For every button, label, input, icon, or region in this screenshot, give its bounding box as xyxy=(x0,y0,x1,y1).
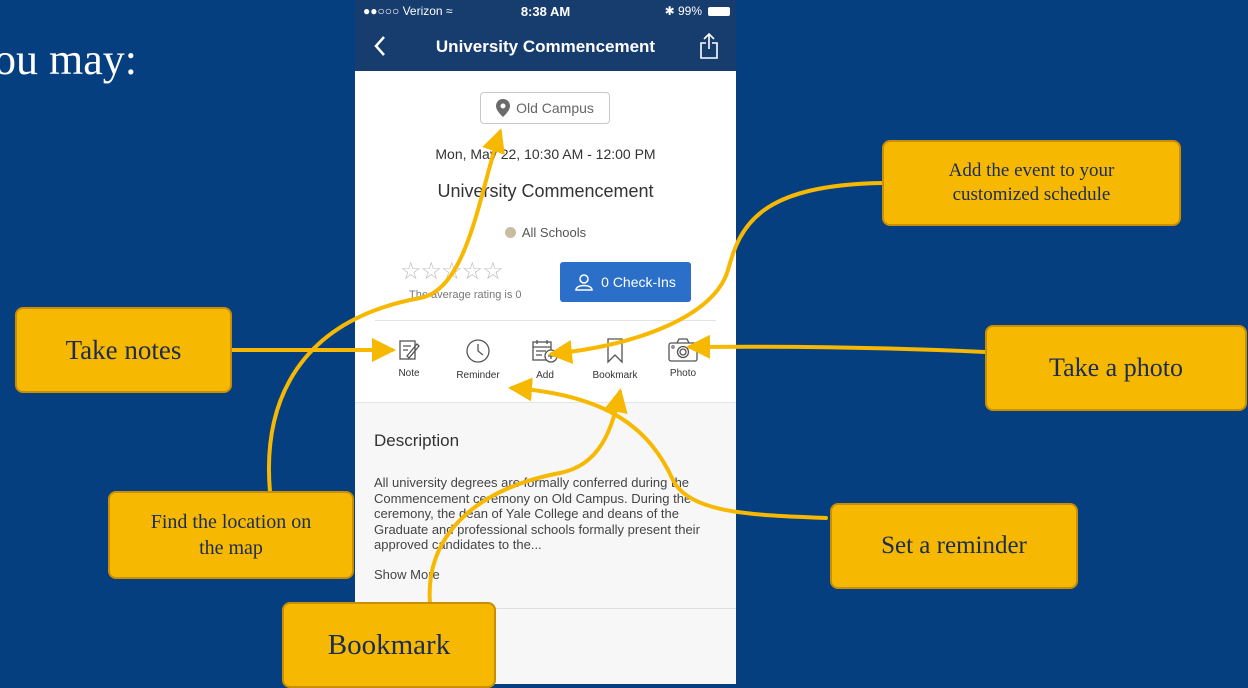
school-tag: All Schools xyxy=(355,225,736,240)
school-label: All Schools xyxy=(521,225,587,240)
callout-take-notes: Take notes xyxy=(15,307,232,393)
checkins-label: 0 Check-Ins xyxy=(601,274,676,290)
reminder-label: Reminder xyxy=(456,370,500,381)
phone-screen: ●●○○○ Verizon ≈ 8:38 AM ✱ 99% University… xyxy=(355,0,736,684)
note-button[interactable]: Note xyxy=(374,338,444,379)
note-label: Note xyxy=(398,368,420,379)
description-heading: Description xyxy=(374,431,460,450)
rating-stars[interactable]: ☆☆☆☆☆ xyxy=(400,257,504,286)
battery-label: ✱ 99% xyxy=(664,4,702,18)
reminder-button[interactable]: Reminder xyxy=(443,338,513,381)
photo-button[interactable]: Photo xyxy=(648,338,718,379)
callout-find-location: Find the location on the map xyxy=(108,491,354,579)
checkins-button[interactable]: 0 Check-Ins xyxy=(560,262,691,302)
person-icon xyxy=(575,274,593,291)
school-dot-icon xyxy=(504,227,516,238)
bookmark-label: Bookmark xyxy=(592,370,638,381)
nav-bar: University Commencement xyxy=(355,23,736,71)
event-title: University Commencement xyxy=(437,181,654,201)
add-label: Add xyxy=(536,370,554,381)
divider xyxy=(375,320,716,321)
calendar-add-icon xyxy=(532,340,558,363)
slide-title: ou may: xyxy=(0,35,137,84)
camera-icon xyxy=(668,338,698,362)
note-icon xyxy=(399,340,420,360)
location-button[interactable]: Old Campus xyxy=(480,92,610,124)
callout-set-reminder: Set a reminder xyxy=(830,503,1078,589)
show-more-link[interactable]: Show More xyxy=(374,567,440,582)
rating-text: The average rating is 0 xyxy=(409,289,522,301)
location-label: Old Campus xyxy=(516,100,594,116)
nav-title: University Commencement xyxy=(435,37,656,56)
map-pin-icon xyxy=(496,99,511,117)
photo-label: Photo xyxy=(669,368,697,379)
add-button[interactable]: Add xyxy=(510,338,580,381)
callout-add-event: Add the event to your customized schedul… xyxy=(882,140,1181,226)
share-icon[interactable] xyxy=(700,32,718,64)
callout-bookmark: Bookmark xyxy=(282,602,496,688)
bookmark-icon xyxy=(607,338,623,364)
bookmark-button[interactable]: Bookmark xyxy=(580,338,650,381)
battery-icon xyxy=(708,7,730,16)
event-date: Mon, May 22, 10:30 AM - 12:00 PM xyxy=(435,146,656,162)
status-bar: ●●○○○ Verizon ≈ 8:38 AM ✱ 99% xyxy=(355,0,736,23)
callout-take-photo: Take a photo xyxy=(985,325,1247,411)
description-body: All university degrees are formally conf… xyxy=(374,475,700,552)
clock-icon xyxy=(466,339,490,363)
